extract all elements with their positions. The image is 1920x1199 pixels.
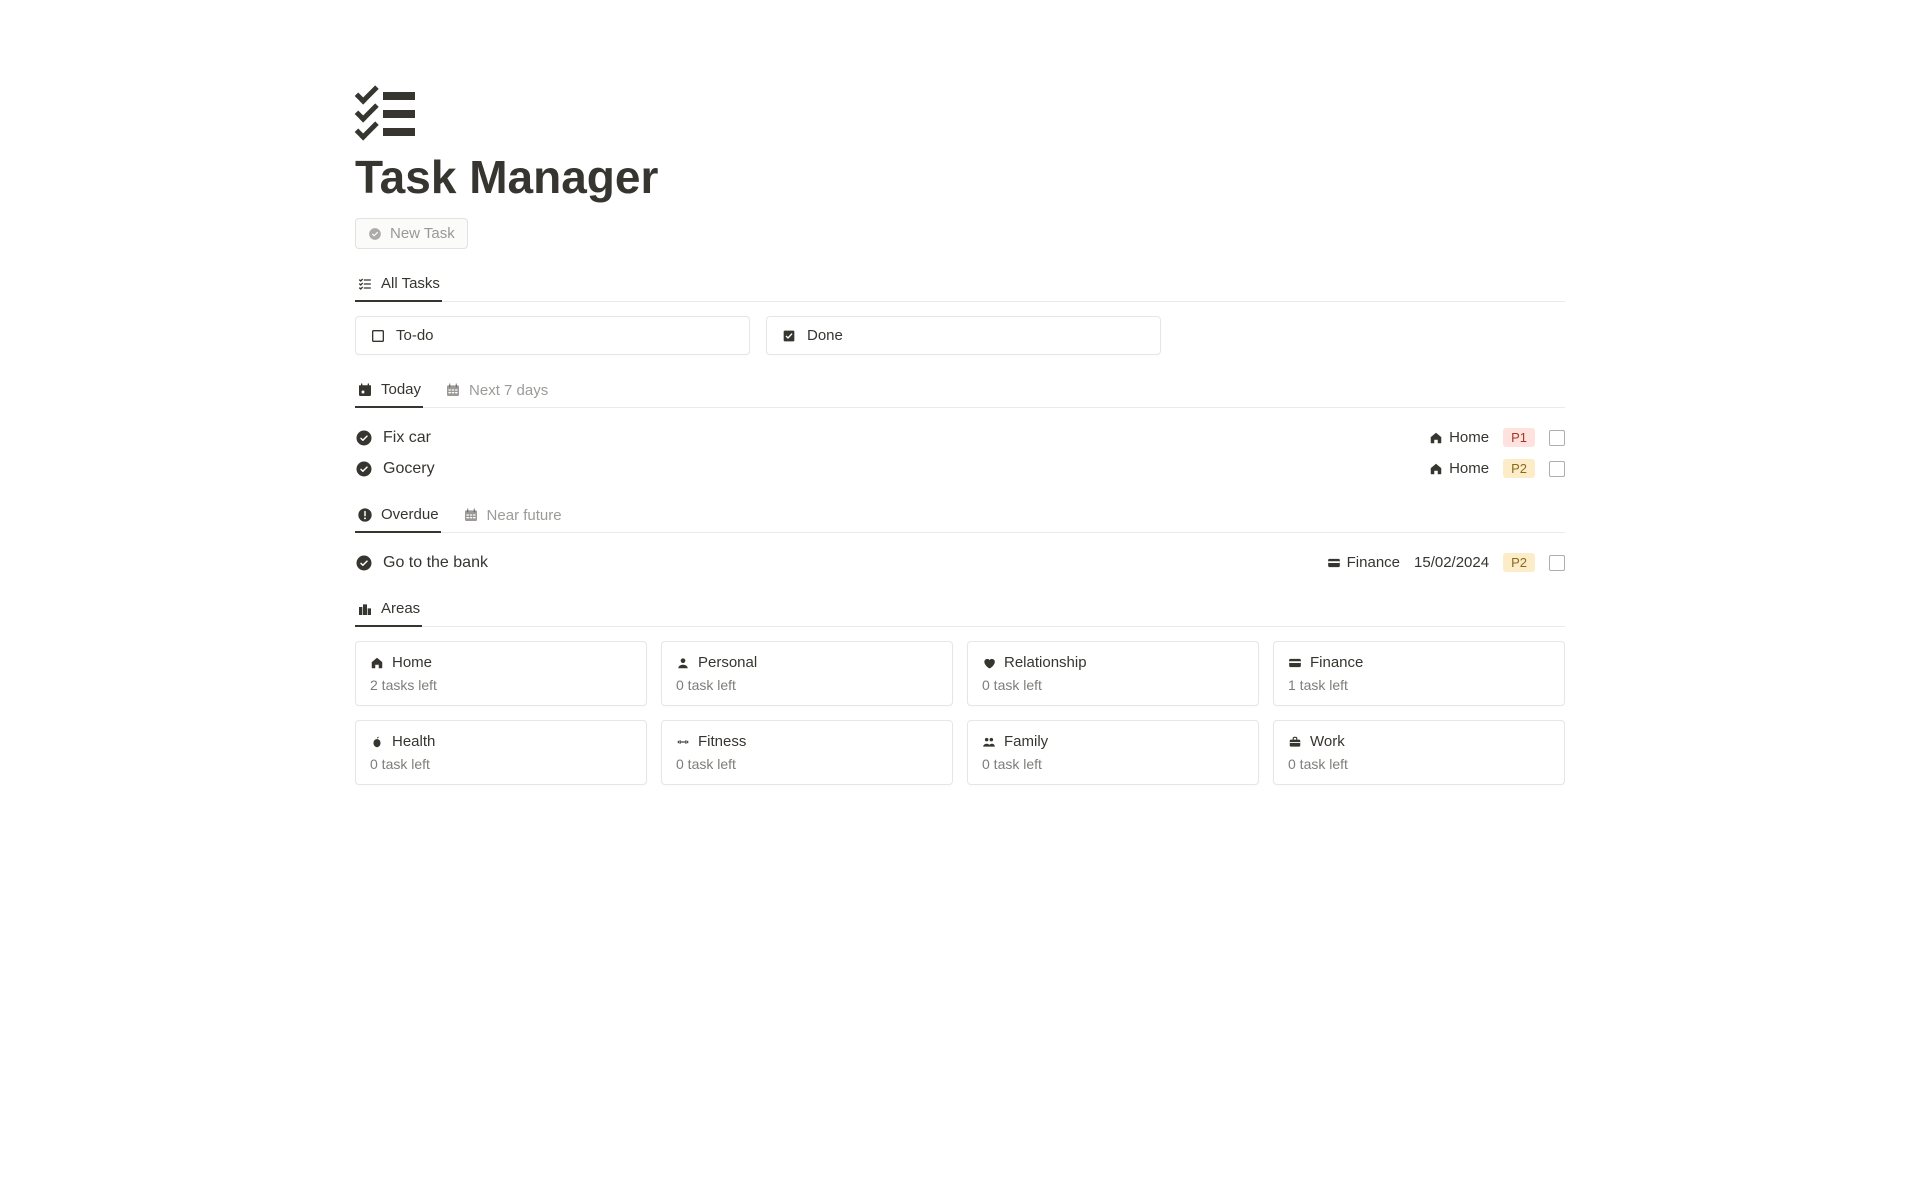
calendar-grid-icon [445,382,461,398]
priority-badge: P2 [1503,553,1535,572]
area-count: 0 task left [676,677,938,693]
alert-icon [357,507,373,523]
priority-badge: P1 [1503,428,1535,447]
tab-label: Overdue [381,506,439,523]
area-name: Home [392,654,432,671]
checksquare-icon [781,328,797,344]
task-row[interactable]: Fix car Home P1 [355,422,1565,453]
tab-all-tasks[interactable]: All Tasks [355,267,442,302]
checkcircle-icon [355,460,373,478]
tab-label: Areas [381,600,420,617]
tab-today[interactable]: Today [355,373,423,408]
task-row[interactable]: Gocery Home P2 [355,453,1565,484]
task-row[interactable]: Go to the bank Finance 15/02/2024 P2 [355,547,1565,578]
area-name: Work [1310,733,1345,750]
checkcircle-icon [368,227,382,241]
area-name: Finance [1310,654,1363,671]
area-name: Relationship [1004,654,1087,671]
family-icon [982,735,996,749]
task-checkbox[interactable] [1549,461,1565,477]
area-count: 0 task left [370,756,632,772]
home-icon [1429,431,1443,445]
card-icon [1288,656,1302,670]
status-filters: To-do Done [355,316,1565,355]
areas-tabs: Areas [355,592,1565,627]
task-title-text: Go to the bank [383,554,488,572]
person-icon [676,656,690,670]
checkcircle-icon [355,554,373,572]
area-count: 0 task left [982,677,1244,693]
tab-label: Today [381,381,421,398]
task-area: Finance [1327,554,1400,571]
task-area: Home [1429,429,1489,446]
areas-grid: Home2 tasks leftPersonal0 task leftRelat… [355,641,1565,785]
filter-todo[interactable]: To-do [355,316,750,355]
calendar-grid-icon [463,507,479,523]
filter-done[interactable]: Done [766,316,1161,355]
city-icon [357,601,373,617]
task-date: 15/02/2024 [1414,554,1489,571]
checklist-icon [357,276,373,292]
area-count: 0 task left [982,756,1244,772]
page-icon [355,90,1565,138]
task-checkbox[interactable] [1549,430,1565,446]
area-card[interactable]: Home 2 tasks left [355,641,647,706]
checkcircle-icon [355,429,373,447]
main-view-tabs: All Tasks [355,267,1565,302]
area-name: Family [1004,733,1048,750]
calendar-day-icon [357,382,373,398]
area-count: 1 task left [1288,677,1550,693]
card-icon [1327,556,1341,570]
area-card[interactable]: Finance 1 task left [1273,641,1565,706]
area-name: Personal [698,654,757,671]
tab-label: Near future [487,507,562,524]
new-task-button[interactable]: New Task [355,218,468,249]
home-icon [1429,462,1443,476]
area-count: 2 tasks left [370,677,632,693]
area-card[interactable]: Relationship 0 task left [967,641,1259,706]
briefcase-icon [1288,735,1302,749]
area-name: Fitness [698,733,746,750]
tab-next-7-days[interactable]: Next 7 days [443,374,550,407]
page-title: Task Manager [355,150,1565,204]
tab-near-future[interactable]: Near future [461,499,564,532]
area-name: Health [392,733,435,750]
task-checkbox[interactable] [1549,555,1565,571]
apple-icon [370,735,384,749]
area-count: 0 task left [676,756,938,772]
new-task-label: New Task [390,225,455,242]
tab-areas[interactable]: Areas [355,592,422,627]
tab-label: All Tasks [381,275,440,292]
priority-badge: P2 [1503,459,1535,478]
dumbbell-icon [676,735,690,749]
task-title-text: Gocery [383,460,435,478]
heart-icon [982,656,996,670]
time-tabs: Today Next 7 days [355,373,1565,408]
tab-overdue[interactable]: Overdue [355,498,441,533]
task-area: Home [1429,460,1489,477]
area-card[interactable]: Health 0 task left [355,720,647,785]
filter-label: To-do [396,327,434,344]
filter-label: Done [807,327,843,344]
tab-label: Next 7 days [469,382,548,399]
area-card[interactable]: Personal 0 task left [661,641,953,706]
home-icon [370,656,384,670]
overdue-tabs: Overdue Near future [355,498,1565,533]
area-card[interactable]: Family 0 task left [967,720,1259,785]
today-task-list: Fix car Home P1 Gocery Home [355,422,1565,484]
task-title-text: Fix car [383,429,431,447]
overdue-task-list: Go to the bank Finance 15/02/2024 P2 [355,547,1565,578]
area-count: 0 task left [1288,756,1550,772]
area-card[interactable]: Work 0 task left [1273,720,1565,785]
area-card[interactable]: Fitness 0 task left [661,720,953,785]
square-icon [370,328,386,344]
